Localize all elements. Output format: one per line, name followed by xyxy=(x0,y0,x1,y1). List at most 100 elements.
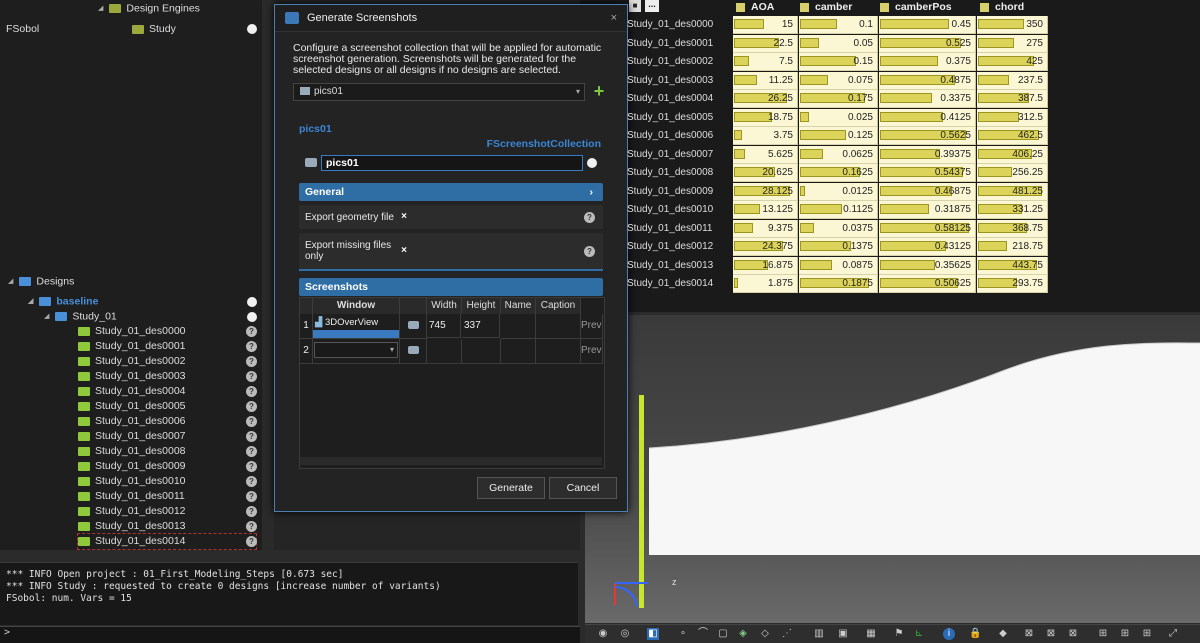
screenshots-section-header[interactable]: Screenshots xyxy=(299,278,603,296)
tree-item-study[interactable]: Study xyxy=(132,22,176,37)
table-row-name[interactable]: Study_01_des0006 xyxy=(627,127,732,145)
tree-item-design[interactable]: Study_01_des0013 xyxy=(78,519,186,534)
tree-item-design[interactable]: Study_01_des0004 xyxy=(78,384,186,399)
table-cell-camber[interactable]: 0.175 xyxy=(799,90,878,108)
table-cell-camber[interactable]: 0.0375 xyxy=(799,219,878,238)
width-cell[interactable]: 745 xyxy=(427,314,461,338)
help-icon[interactable]: ? xyxy=(584,212,595,223)
table-cell-camber[interactable]: 0.025 xyxy=(799,108,878,127)
table-row-name[interactable]: Study_01_des0011 xyxy=(627,220,732,238)
table-cell-camber[interactable]: 0.125 xyxy=(799,127,878,145)
table-row-name[interactable]: Study_01_des0012 xyxy=(627,238,732,256)
tree-scrollbar[interactable] xyxy=(262,0,274,550)
preview-cell[interactable]: Prev xyxy=(581,339,603,364)
table-cell-aoa[interactable]: 9.375 xyxy=(733,219,798,238)
table-row-name[interactable]: Study_01_des0014 xyxy=(627,275,732,293)
help-icon[interactable]: ? xyxy=(246,491,257,502)
name-cell[interactable] xyxy=(501,339,536,364)
view-y-icon[interactable]: ⊠ xyxy=(1045,628,1057,640)
help-icon[interactable]: ? xyxy=(246,536,257,547)
table-row-name[interactable]: Study_01_des0007 xyxy=(627,146,732,164)
table-cell-chord[interactable]: 387.5 xyxy=(977,90,1048,108)
help-icon[interactable]: ? xyxy=(246,506,257,517)
table-cell-camber[interactable]: 0.1 xyxy=(799,16,878,34)
camera-button[interactable] xyxy=(400,314,427,339)
grid-header-width[interactable]: Width xyxy=(427,298,462,314)
point-icon[interactable]: ∘ xyxy=(677,628,689,640)
table-cell-chord[interactable]: 481.25 xyxy=(977,182,1048,201)
table-cell-chord[interactable]: 406.25 xyxy=(977,145,1048,164)
table-cell-chord[interactable]: 237.5 xyxy=(977,71,1048,90)
table-row-name[interactable]: Study_01_des0004 xyxy=(627,90,732,108)
table-cell-chord[interactable]: 350 xyxy=(977,16,1048,34)
column-header-camber[interactable]: camber xyxy=(800,0,876,14)
table-cell-camber[interactable]: 0.1125 xyxy=(799,201,878,219)
height-cell[interactable] xyxy=(462,339,501,364)
wire-icon[interactable]: ◇ xyxy=(759,628,771,640)
table-cell-aoa[interactable]: 11.25 xyxy=(733,71,798,90)
tree-item-baseline[interactable]: ◢ baseline xyxy=(28,294,98,309)
export-missing-checkbox[interactable]: × xyxy=(399,246,409,256)
preview-cell[interactable]: Prev xyxy=(581,314,603,339)
tree-item-fsobol[interactable]: FSobol xyxy=(6,22,39,37)
help-icon[interactable]: ? xyxy=(246,401,257,412)
table-cell-camberpos[interactable]: 0.50625 xyxy=(879,275,976,293)
help-icon[interactable]: ? xyxy=(246,386,257,397)
table-cell-aoa[interactable]: 1.875 xyxy=(733,275,798,293)
dots-icon[interactable]: ⋰ xyxy=(781,628,793,640)
table-cell-camber[interactable]: 0.075 xyxy=(799,71,878,90)
table-cell-chord[interactable]: 293.75 xyxy=(977,275,1048,293)
table-cell-aoa[interactable]: 18.75 xyxy=(733,108,798,127)
tree-item-design[interactable]: Study_01_des0014 xyxy=(77,533,257,550)
command-input[interactable]: > xyxy=(0,626,580,643)
table-row-name[interactable]: Study_01_des0013 xyxy=(627,257,732,275)
table-cell-chord[interactable]: 256.25 xyxy=(977,164,1048,182)
table-row-name[interactable]: Study_01_des0009 xyxy=(627,183,732,201)
tree-item-design[interactable]: Study_01_des0012 xyxy=(78,504,186,519)
column-header-chord[interactable]: chord xyxy=(980,0,1046,14)
grid-header-name[interactable]: Name xyxy=(501,298,536,314)
tree-item-design[interactable]: Study_01_des0000 xyxy=(78,324,186,339)
fit-icon[interactable]: ⤢ xyxy=(1167,628,1179,640)
surface-icon[interactable]: ▢ xyxy=(717,628,729,640)
tree-item-design[interactable]: Study_01_des0006 xyxy=(78,414,186,429)
caption-cell[interactable] xyxy=(536,339,581,364)
table-cell-chord[interactable]: 312.5 xyxy=(977,108,1048,127)
height-cell[interactable]: 337 xyxy=(462,314,500,338)
help-icon[interactable]: ? xyxy=(246,476,257,487)
generate-button[interactable]: Generate xyxy=(477,477,545,499)
help-icon[interactable]: ? xyxy=(246,521,257,532)
table-cell-aoa[interactable]: 3.75 xyxy=(733,127,798,145)
select-all-icon[interactable]: ■ xyxy=(629,0,641,12)
grid-scrollbar[interactable] xyxy=(300,457,602,465)
tree-item-study01[interactable]: ◢ Study_01 xyxy=(44,309,117,324)
table-cell-camberpos[interactable]: 0.3375 xyxy=(879,90,976,108)
help-icon[interactable]: ? xyxy=(584,246,595,257)
grid-header-window[interactable]: Window xyxy=(313,298,400,314)
table-cell-aoa[interactable]: 26.25 xyxy=(733,90,798,108)
tree-item-design[interactable]: Study_01_des0002 xyxy=(78,354,186,369)
table-cell-aoa[interactable]: 13.125 xyxy=(733,201,798,219)
lock-icon[interactable]: 🔒 xyxy=(969,628,981,640)
table-cell-aoa[interactable]: 7.5 xyxy=(733,53,798,71)
add-collection-button[interactable]: + xyxy=(591,82,607,100)
table-cell-chord[interactable]: 425 xyxy=(977,53,1048,71)
export-geometry-checkbox[interactable]: × xyxy=(399,212,409,222)
tree-item-designs[interactable]: ◢ Designs xyxy=(8,274,74,289)
table-cell-camberpos[interactable]: 0.46875 xyxy=(879,182,976,201)
table-cell-chord[interactable]: 462.5 xyxy=(977,127,1048,145)
caption-cell[interactable] xyxy=(536,314,581,339)
tree-item-design[interactable]: Study_01_des0007 xyxy=(78,429,186,444)
table-cell-camber[interactable]: 0.1375 xyxy=(799,238,878,256)
more-button[interactable]: ... xyxy=(645,0,659,12)
table-cell-camber[interactable]: 0.0125 xyxy=(799,182,878,201)
table-cell-camberpos[interactable]: 0.4875 xyxy=(879,71,976,90)
table-cell-aoa[interactable]: 16.875 xyxy=(733,256,798,275)
table-cell-aoa[interactable]: 20.625 xyxy=(733,164,798,182)
table-cell-camberpos[interactable]: 0.375 xyxy=(879,53,976,71)
table-cell-chord[interactable]: 331.25 xyxy=(977,201,1048,219)
table-cell-camberpos[interactable]: 0.4125 xyxy=(879,108,976,127)
view-nz-icon[interactable]: ⊞ xyxy=(1141,628,1153,640)
tree-item-design[interactable]: Study_01_des0009 xyxy=(78,459,186,474)
table-cell-chord[interactable]: 275 xyxy=(977,34,1048,53)
